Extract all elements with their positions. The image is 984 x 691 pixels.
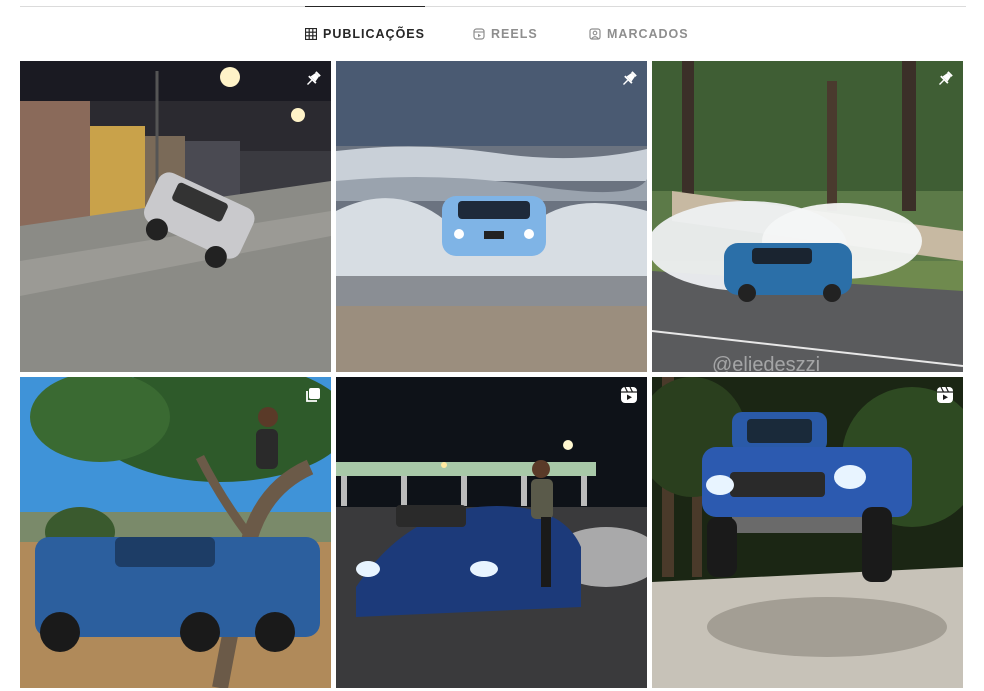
post-4[interactable]	[20, 377, 331, 688]
tab-publicacoes[interactable]: PUBLICAÇÕES	[305, 6, 425, 61]
post-2-image	[336, 61, 647, 372]
post-4-image	[20, 377, 331, 688]
reels-icon	[473, 28, 485, 40]
carousel-icon	[306, 388, 320, 402]
tab-publicacoes-label: PUBLICAÇÕES	[323, 27, 425, 41]
post-6-image	[652, 377, 963, 688]
watermark-text: @eliedeszzi	[712, 354, 820, 372]
profile-tabs: PUBLICAÇÕES REELS MARCADOS	[0, 6, 984, 61]
grid-icon	[305, 28, 317, 40]
tab-marcados-label: MARCADOS	[607, 27, 689, 41]
post-5-image	[336, 377, 647, 688]
tab-marcados[interactable]: MARCADOS	[589, 7, 689, 61]
pin-icon	[622, 71, 637, 86]
post-3[interactable]: @eliedeszzi	[652, 61, 963, 372]
tab-reels-label: REELS	[491, 27, 538, 41]
post-5[interactable]	[336, 377, 647, 688]
pin-icon	[306, 71, 321, 86]
tagged-icon	[589, 28, 601, 40]
post-2[interactable]	[336, 61, 647, 372]
pin-icon	[938, 71, 953, 86]
tab-reels[interactable]: REELS	[473, 7, 538, 61]
post-1[interactable]	[20, 61, 331, 372]
post-1-image	[20, 61, 331, 372]
reel-icon	[937, 386, 953, 403]
reel-icon	[621, 386, 637, 403]
post-6[interactable]	[652, 377, 963, 688]
post-3-image: @eliedeszzi	[652, 61, 963, 372]
